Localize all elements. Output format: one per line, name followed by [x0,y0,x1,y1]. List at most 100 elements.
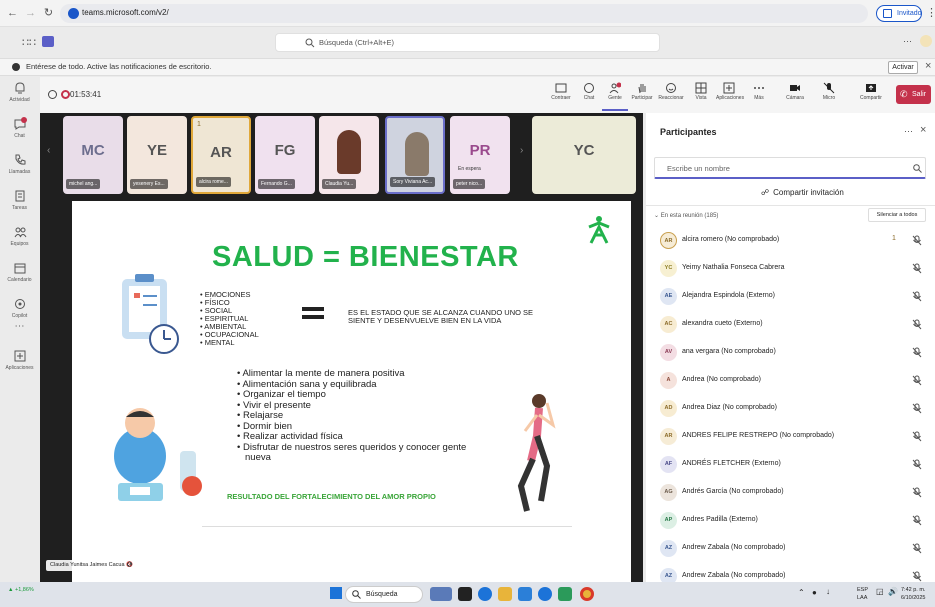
participant-row[interactable]: YC Yeimy Nathalia Fonseca Cabrera [660,255,930,282]
mic-off-icon[interactable] [912,487,922,498]
clock[interactable]: 7:42 p. m. 6/10/2025 [901,586,925,602]
share-button[interactable]: Compartir [858,79,884,111]
equals-sign [302,307,324,319]
panel-close-icon[interactable]: × [920,124,926,136]
panel-more-icon[interactable]: ⋯ [904,126,913,137]
browser-app-icon[interactable] [538,587,552,601]
avatar: YC [660,260,677,277]
activate-button[interactable]: Activar [888,61,918,74]
participant-row[interactable]: AC alexandra cueto (Externo) [660,311,930,338]
profile-button[interactable]: Invitado [876,5,922,22]
site-info-icon[interactable] [68,8,79,19]
notification-text: Entérese de todo. Active las notificacio… [26,62,212,71]
edge-icon[interactable] [478,587,492,601]
mic-off-icon[interactable] [912,459,922,470]
avatar[interactable] [920,35,932,47]
taskbar-search[interactable]: Búsqueda [345,586,423,603]
participant-row[interactable]: AD Andrea Diaz (No comprobado) [660,395,930,422]
next-tiles-icon[interactable]: › [520,145,523,156]
participant-row[interactable]: AV ana vergara (No comprobado) [660,339,930,366]
apps-button[interactable]: Aplicaciones [716,79,744,111]
leave-button[interactable]: ✆ Salir [896,85,931,104]
participant-tile[interactable]: YC [532,116,636,194]
participant-row[interactable]: AG Andrés García (No comprobado) [660,479,930,506]
more-options-icon[interactable]: ⋯ [903,36,912,47]
mic-off-icon[interactable] [912,319,922,330]
participant-row[interactable]: AR ANDRES FELIPE RESTREPO (No comprobado) [660,423,930,450]
mic-off-icon[interactable] [912,515,922,526]
shared-slide: SALUD = BIENESTAR • EMOCIONES • FÍSICO • S… [72,201,631,582]
rail-teams[interactable]: Equipos [0,221,39,257]
chrome-icon[interactable] [580,587,594,601]
participant-search-input[interactable]: Escribe un nombre [654,157,926,179]
close-icon[interactable]: × [925,60,931,72]
mic-off-icon[interactable] [912,431,922,442]
mic-off-icon[interactable] [912,571,922,582]
participant-tile[interactable]: FG Fernando G... [255,116,315,194]
participant-tile[interactable]: Claudia Yu... [319,116,379,194]
mic-button[interactable]: Micro [816,79,842,111]
file-explorer-icon[interactable] [498,587,512,601]
react-button[interactable]: Reaccionar [658,79,684,111]
mic-off-icon[interactable] [912,543,922,554]
task-view-icon[interactable] [458,587,472,601]
windows-start-icon[interactable] [330,587,342,599]
participant-row[interactable]: A Andrea (No comprobado) [660,367,930,394]
store-icon[interactable] [518,587,532,601]
participant-row[interactable]: AE Alejandra Espindola (Externo) [660,283,930,310]
forward-icon[interactable]: → [24,7,37,20]
volume-icon[interactable]: 🔊 [888,587,898,596]
address-bar[interactable]: teams.microsoft.com/v2/ [60,4,868,23]
avatar: AE [660,288,677,305]
more-button[interactable]: Más [746,79,772,111]
participant-tile[interactable]: MC michel ang... [63,116,123,194]
teams-search-input[interactable]: Búsqueda (Ctrl+Alt+E) [275,33,660,52]
mic-off-icon[interactable] [912,291,922,302]
browser-menu-icon[interactable]: ⋮ [926,6,935,19]
mic-off-icon[interactable] [912,403,922,414]
rail-apps[interactable]: Aplicaciones [0,345,39,381]
section-header[interactable]: ⌄ En esta reunión (185) [654,212,718,219]
raise-hand-button[interactable]: Participar [629,79,655,111]
mic-off-icon[interactable] [912,235,922,246]
wifi-icon[interactable]: ◲ [876,587,884,596]
people-button[interactable]: Gente [602,79,628,111]
app-icon[interactable] [558,587,572,601]
camera-button[interactable]: Cámara [782,79,808,111]
participant-row[interactable]: AF ANDRÉS FLETCHER (Externo) [660,451,930,478]
participant-tile[interactable]: Sory Viviana Ac... [385,116,445,194]
tray-usb-icon[interactable]: ↓ [826,587,830,596]
participant-tile[interactable]: PR En espera peter nico... [450,116,510,194]
search-icon [352,590,361,599]
meeting-info-icon[interactable] [48,90,57,99]
rail-calendar[interactable]: Calendario [0,257,39,293]
share-invite-button[interactable]: ☍ Compartir invitación [761,188,844,197]
participant-tile[interactable]: AR 1 alcira rome... [191,116,251,194]
participant-name: Yeimy Nathalia Fonseca Cabrera [682,264,785,271]
back-icon[interactable]: ← [6,7,19,20]
language-indicator[interactable]: ESP LAA [857,586,868,602]
rail-calls[interactable]: Llamadas [0,149,39,185]
view-button[interactable]: Vista [688,79,714,111]
mic-off-icon[interactable] [912,347,922,358]
chat-button[interactable]: Chat [576,79,602,111]
widgets-icon[interactable] [430,587,452,601]
participant-row[interactable]: AP Andres Padilla (Externo) [660,507,930,534]
tray-chevron-icon[interactable]: ⌃ [798,588,805,597]
rail-chat[interactable]: Chat [0,113,39,149]
mic-off-icon[interactable] [912,263,922,274]
tile-name: alcira rome... [196,177,231,187]
participant-row[interactable]: AR alcira romero (No comprobado) 1 [660,227,930,254]
mic-off-icon[interactable] [912,375,922,386]
tray-app-icon[interactable]: ● [812,588,817,597]
collapse-button[interactable]: Contraer [548,79,574,111]
rail-activity[interactable]: Actividad [0,77,39,113]
participant-tile[interactable]: YE yesenery Es... [127,116,187,194]
rail-tasks[interactable]: Tareas [0,185,39,221]
stock-widget[interactable]: ▲ +1,86% [8,587,34,594]
app-launcher-icon[interactable]: ∷∷ [22,36,36,49]
reload-icon[interactable]: ↻ [42,7,55,20]
participant-row[interactable]: AZ Andrew Zabala (No comprobado) [660,535,930,562]
prev-tiles-icon[interactable]: ‹ [47,145,50,156]
mute-all-button[interactable]: Silenciar a todos [868,208,926,222]
